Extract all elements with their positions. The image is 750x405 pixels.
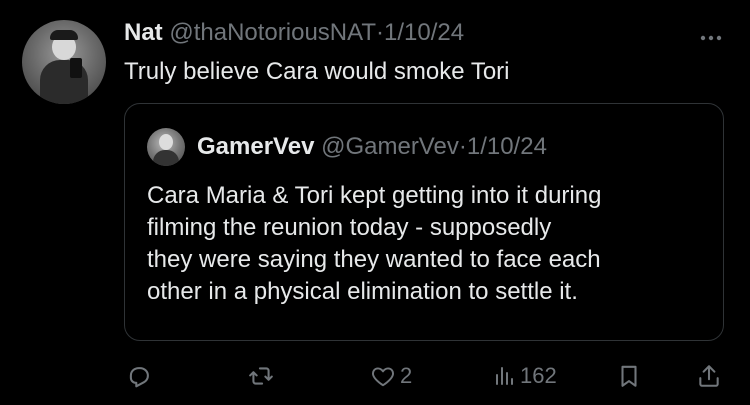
quoted-author-avatar[interactable] xyxy=(147,128,185,166)
more-horizontal-icon[interactable] xyxy=(700,24,722,44)
quoted-tweet-card[interactable]: GamerVev @GamerVev·1/10/24 Cara Maria & … xyxy=(124,103,724,341)
like-button[interactable]: 2 xyxy=(370,360,412,392)
views-chart-icon xyxy=(496,367,513,385)
heart-icon xyxy=(372,367,394,387)
more-dots-graphic xyxy=(700,35,722,41)
quoted-text-line: filming the reunion today - supposedly xyxy=(147,214,552,241)
views-count: 162 xyxy=(520,363,557,388)
reply-button[interactable] xyxy=(126,360,152,392)
bookmark-button[interactable] xyxy=(616,360,642,392)
avatar-figure-phone xyxy=(70,58,82,78)
quoted-tweet-header: GamerVev @GamerVev·1/10/24 xyxy=(197,132,547,162)
header-separator: · xyxy=(376,19,385,46)
author-avatar[interactable] xyxy=(22,20,106,104)
quoted-text-line: other in a physical elimination to settl… xyxy=(147,278,578,305)
avatar-figure-cap xyxy=(50,30,78,40)
author-handle[interactable]: @thaNotoriousNAT xyxy=(169,19,376,46)
like-count: 2 xyxy=(400,363,413,388)
quoted-tweet-text: Cara Maria & Tori kept getting into it d… xyxy=(147,180,717,308)
tweet-text: Truly believe Cara would smoke Tori xyxy=(124,58,510,85)
quoted-text-line: they were saying they wanted to face eac… xyxy=(147,246,601,273)
quoted-author-handle[interactable]: @GamerVev xyxy=(321,133,459,160)
share-button[interactable] xyxy=(696,360,722,392)
bookmark-icon xyxy=(621,365,637,387)
action-bar: 2 162 xyxy=(0,360,750,392)
views-button[interactable]: 162 xyxy=(492,360,557,392)
retweet-button[interactable] xyxy=(247,360,275,392)
quoted-text-line: Cara Maria & Tori kept getting into it d… xyxy=(147,182,602,209)
tweet-date[interactable]: 1/10/24 xyxy=(384,19,464,46)
quoted-author-name[interactable]: GamerVev xyxy=(197,133,314,160)
quoted-tweet-date[interactable]: 1/10/24 xyxy=(467,133,547,160)
quoted-header-separator: · xyxy=(458,133,467,160)
reply-icon xyxy=(129,367,149,388)
tweet-header: Nat @thaNotoriousNAT·1/10/24 xyxy=(124,18,464,48)
retweet-icon xyxy=(249,367,273,385)
quoted-avatar-face xyxy=(159,134,173,150)
share-icon xyxy=(699,365,719,387)
author-name[interactable]: Nat xyxy=(124,19,163,46)
quoted-avatar-shoulders xyxy=(153,150,179,166)
